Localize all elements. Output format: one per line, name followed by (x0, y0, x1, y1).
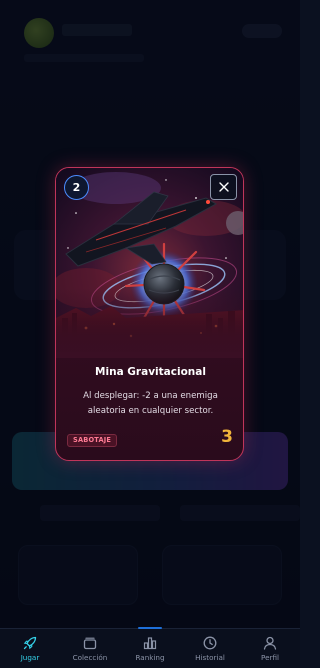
rocket-icon (23, 636, 37, 650)
card-description: Al desplegar: -2 a una enemiga aleatoria… (83, 391, 218, 416)
nav-item-coleccion[interactable]: Colección (60, 629, 120, 668)
nav-active-indicator (138, 627, 162, 629)
nav-label: Perfil (261, 653, 279, 662)
close-button[interactable] (210, 174, 237, 200)
close-icon (218, 182, 229, 192)
user-icon (263, 636, 277, 650)
nav-label: Ranking (135, 653, 165, 662)
nav-item-perfil[interactable]: Perfil (240, 629, 300, 668)
nav-item-jugar[interactable]: Jugar (0, 629, 60, 668)
bottom-navigation: Jugar Colección Ranking Historial Perfil (0, 627, 300, 668)
card-cost-badge: 2 (64, 175, 89, 200)
card-type-tag: SABOTAJE (67, 434, 118, 447)
nav-item-ranking[interactable]: Ranking (120, 627, 180, 668)
cards-icon (83, 637, 97, 650)
bar-chart-icon (143, 637, 157, 650)
card-name: Mina Gravitacional (95, 366, 206, 378)
card-detail-modal: 2 Mina Gravitacional Al desplegar: -2 a … (55, 167, 244, 461)
nav-label: Historial (195, 653, 225, 662)
nav-label: Jugar (20, 653, 40, 662)
nav-item-historial[interactable]: Historial (180, 629, 240, 668)
nav-label: Colección (72, 653, 108, 662)
card-artwork-fade (56, 288, 243, 358)
card-power-value: 3 (221, 427, 233, 447)
clock-icon (203, 636, 217, 650)
